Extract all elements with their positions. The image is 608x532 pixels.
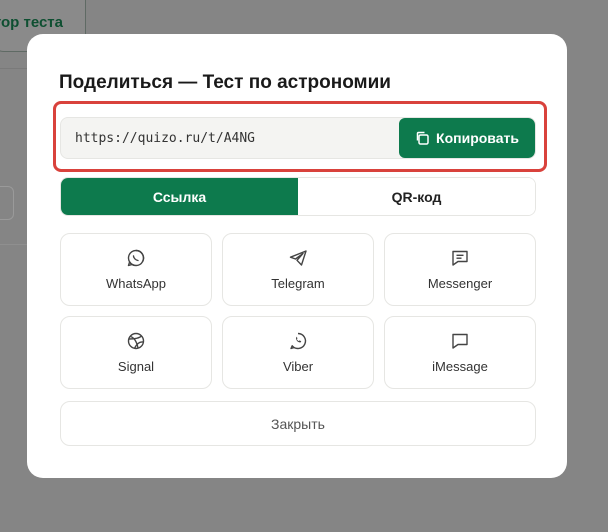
messenger-icon [452,250,468,266]
whatsapp-icon [127,249,145,267]
share-tabs: Ссылка QR-код [60,177,536,216]
share-messenger-label: Messenger [427,276,493,291]
background-control [0,186,14,220]
dialog-title: Поделиться — Тест по астрономии [59,72,391,93]
share-imessage-button[interactable]: iMessage [384,316,536,389]
background-divider [0,68,30,69]
share-signal-button[interactable]: Signal [60,316,212,389]
copy-button-label: Копировать [436,130,519,146]
background-divider-2 [0,244,28,245]
copy-icon [416,131,429,145]
share-messenger-button[interactable]: Messenger [384,233,536,306]
share-telegram-label: Telegram [271,276,325,291]
tab-link[interactable]: Ссылка [61,178,298,215]
share-signal-label: Signal [117,359,155,374]
share-viber-button[interactable]: Viber [222,316,374,389]
share-options-grid: WhatsApp Telegram Messenger Signal Viber… [60,233,536,389]
share-telegram-button[interactable]: Telegram [222,233,374,306]
telegram-icon [289,250,307,266]
background-test-button-label: тор теста [0,14,63,31]
close-button[interactable]: Закрыть [60,401,536,446]
share-link-field: https://quizo.ru/t/A4NG Копировать [60,117,536,159]
share-whatsapp-button[interactable]: WhatsApp [60,233,212,306]
signal-icon [127,332,145,350]
share-whatsapp-label: WhatsApp [106,276,166,291]
share-viber-label: Viber [282,359,314,374]
share-dialog: Поделиться — Тест по астрономии https://… [27,34,567,478]
imessage-icon [452,333,468,349]
copy-button[interactable]: Копировать [399,118,535,158]
tab-qr-code[interactable]: QR-код [298,178,535,215]
share-imessage-label: iMessage [432,359,488,374]
viber-icon [290,332,307,350]
share-link-url[interactable]: https://quizo.ru/t/A4NG [75,131,255,146]
